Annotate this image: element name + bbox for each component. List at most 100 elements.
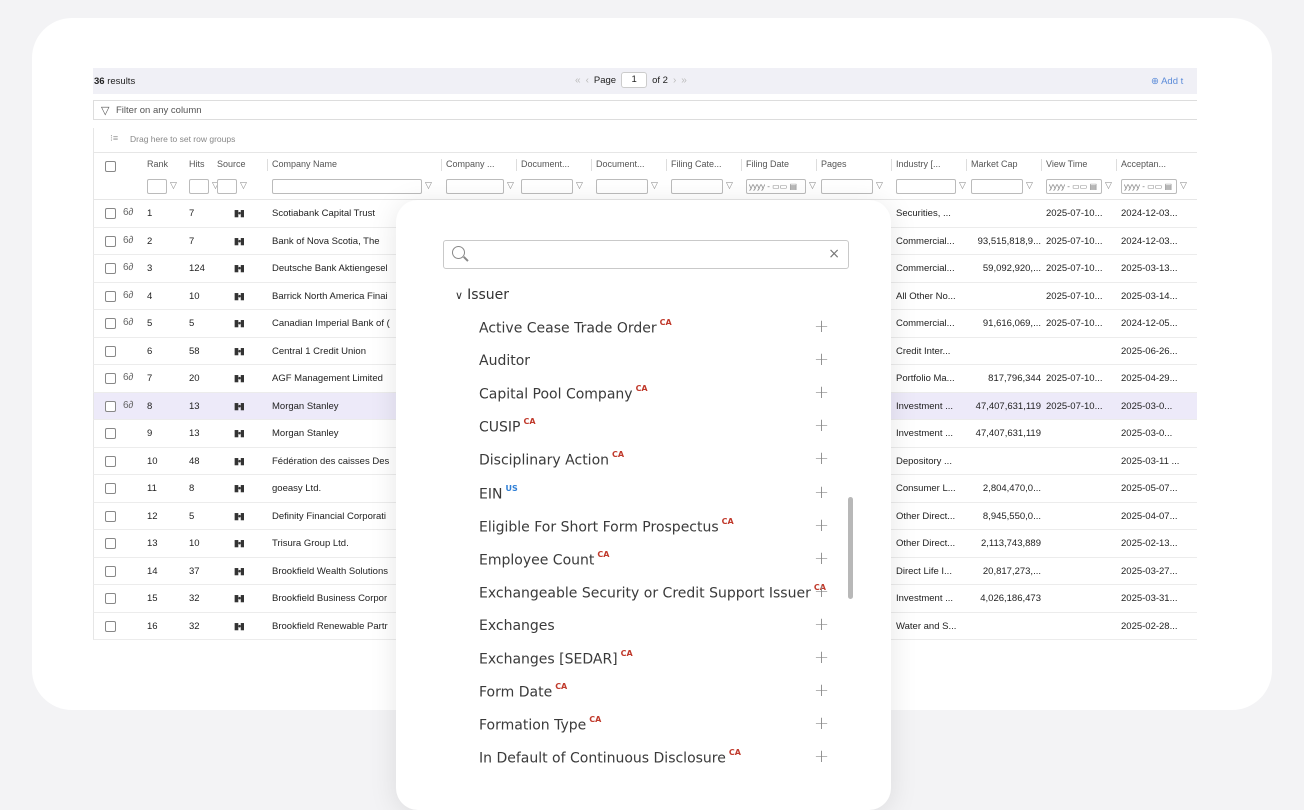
plus-icon[interactable]: + <box>814 647 829 668</box>
filter-icon[interactable]: ▽ <box>425 180 432 191</box>
company-name-cell[interactable]: goeasy Ltd. <box>272 483 398 494</box>
company-name-cell[interactable]: Brookfield Renewable Partr <box>272 621 398 632</box>
column-separator[interactable] <box>666 159 667 171</box>
field-option[interactable]: Eligible For Short Form Prospectus CA + <box>479 515 839 541</box>
row-checkbox[interactable] <box>105 510 116 522</box>
company-name-cell[interactable]: Central 1 Credit Union <box>272 346 398 357</box>
column-filter-input[interactable]: yyyy - ▭▭ ▤ <box>746 179 806 194</box>
plus-icon[interactable]: + <box>814 680 829 701</box>
column-header[interactable]: Source <box>217 159 246 169</box>
column-header[interactable]: Filing Cate... <box>671 159 722 169</box>
field-option[interactable]: Exchanges + <box>479 614 839 640</box>
column-header[interactable]: Market Cap <box>971 159 1018 169</box>
row-checkbox[interactable] <box>105 235 116 247</box>
field-option[interactable]: Disciplinary Action CA + <box>479 448 839 474</box>
column-filter-input[interactable] <box>189 179 209 194</box>
column-header[interactable]: Acceptan... <box>1121 159 1166 169</box>
scrollbar-thumb[interactable] <box>848 497 853 599</box>
field-option[interactable]: Employee Count CA + <box>479 548 839 574</box>
column-filter-input[interactable] <box>217 179 237 194</box>
company-name-cell[interactable]: Bank of Nova Scotia, The <box>272 236 398 247</box>
column-header[interactable]: Document... <box>596 159 645 169</box>
column-filter-input[interactable]: yyyy - ▭▭ ▤ <box>1121 179 1177 194</box>
prev-page-icon[interactable]: ‹ <box>586 75 589 86</box>
filter-icon[interactable]: ▽ <box>507 180 514 191</box>
field-option[interactable]: Exchanges [SEDAR] CA + <box>479 647 839 673</box>
company-name-cell[interactable]: Canadian Imperial Bank of ( <box>272 318 398 329</box>
company-name-cell[interactable]: Scotiabank Capital Trust <box>272 208 398 219</box>
row-checkbox[interactable] <box>105 538 116 549</box>
column-header[interactable]: Document... <box>521 159 570 169</box>
row-checkbox[interactable] <box>105 345 116 357</box>
column-filter-input[interactable] <box>147 179 167 194</box>
column-header[interactable]: View Time <box>1046 159 1087 169</box>
plus-icon[interactable]: + <box>814 581 829 602</box>
filter-icon[interactable]: ▽ <box>651 180 658 191</box>
select-all-checkbox[interactable] <box>105 161 116 172</box>
column-filter-input[interactable] <box>821 179 873 194</box>
field-option[interactable]: Capital Pool Company CA + <box>479 382 839 408</box>
filter-icon[interactable]: ▽ <box>170 180 177 191</box>
column-header[interactable]: Hits <box>189 159 205 169</box>
filter-icon[interactable]: ▽ <box>1105 180 1112 191</box>
column-separator[interactable] <box>966 159 967 171</box>
plus-icon[interactable]: + <box>814 746 829 767</box>
filter-icon[interactable]: ▽ <box>959 180 966 191</box>
row-checkbox[interactable] <box>105 428 116 439</box>
filter-icon[interactable]: ▽ <box>1180 180 1187 191</box>
company-name-cell[interactable]: AGF Management Limited <box>272 373 398 384</box>
field-option[interactable]: Exchangeable Security or Credit Support … <box>479 581 839 607</box>
column-separator[interactable] <box>441 159 442 171</box>
column-separator[interactable] <box>1041 159 1042 171</box>
column-search-box[interactable]: × <box>443 240 849 269</box>
filter-icon[interactable]: ▽ <box>726 180 733 191</box>
column-filter-input[interactable] <box>446 179 504 194</box>
page-number-input[interactable]: 1 <box>621 72 648 88</box>
column-separator[interactable] <box>816 159 817 171</box>
column-header[interactable]: Filing Date <box>746 159 789 169</box>
column-header[interactable]: Industry [... <box>896 159 941 169</box>
column-separator[interactable] <box>891 159 892 171</box>
row-checkbox[interactable] <box>105 263 116 274</box>
column-filter-input[interactable] <box>521 179 573 194</box>
row-checkbox[interactable] <box>105 290 116 302</box>
company-name-cell[interactable]: Deutsche Bank Aktiengesel <box>272 263 398 274</box>
company-name-cell[interactable]: Morgan Stanley <box>272 428 398 439</box>
row-checkbox[interactable] <box>105 208 116 219</box>
column-header[interactable]: Company Name <box>272 159 337 169</box>
column-separator[interactable] <box>591 159 592 171</box>
column-filter-input[interactable] <box>896 179 956 194</box>
filter-icon[interactable]: ▽ <box>1026 180 1033 191</box>
row-checkbox[interactable] <box>105 483 116 494</box>
field-option[interactable]: Active Cease Trade Order CA + <box>479 316 839 342</box>
group-issuer[interactable]: ∨ Issuer <box>455 287 509 303</box>
column-filter-input[interactable]: yyyy - ▭▭ ▤ <box>1046 179 1102 194</box>
company-name-cell[interactable]: Barrick North America Finai <box>272 291 398 302</box>
field-option[interactable]: Form Date CA + <box>479 680 839 706</box>
plus-icon[interactable]: + <box>814 614 829 635</box>
field-option[interactable]: In Default of Continuous Disclosure CA + <box>479 746 839 772</box>
row-checkbox[interactable] <box>105 565 116 577</box>
company-name-cell[interactable]: Fédération des caisses Des <box>272 456 398 467</box>
plus-icon[interactable]: + <box>814 713 829 734</box>
column-header[interactable]: Pages <box>821 159 847 169</box>
row-checkbox[interactable] <box>105 400 116 412</box>
plus-icon[interactable]: + <box>814 316 829 337</box>
close-icon[interactable]: × <box>828 246 840 262</box>
filter-icon[interactable]: ▽ <box>809 180 816 191</box>
field-option[interactable]: Auditor + <box>479 349 839 375</box>
field-option[interactable]: CUSIP CA + <box>479 415 839 441</box>
column-separator[interactable] <box>1116 159 1117 171</box>
column-header[interactable]: Company ... <box>446 159 495 169</box>
plus-icon[interactable]: + <box>814 482 829 503</box>
row-checkbox[interactable] <box>105 373 116 384</box>
filter-icon[interactable]: ▽ <box>240 180 247 191</box>
last-page-icon[interactable]: » <box>681 75 687 86</box>
first-page-icon[interactable]: « <box>575 75 581 86</box>
add-button[interactable]: ⊕ Add t <box>1151 76 1183 87</box>
filter-icon[interactable]: ▽ <box>576 180 583 191</box>
row-checkbox[interactable] <box>105 593 116 604</box>
plus-icon[interactable]: + <box>814 515 829 536</box>
company-name-cell[interactable]: Brookfield Business Corpor <box>272 593 398 604</box>
company-name-cell[interactable]: Brookfield Wealth Solutions <box>272 566 398 577</box>
